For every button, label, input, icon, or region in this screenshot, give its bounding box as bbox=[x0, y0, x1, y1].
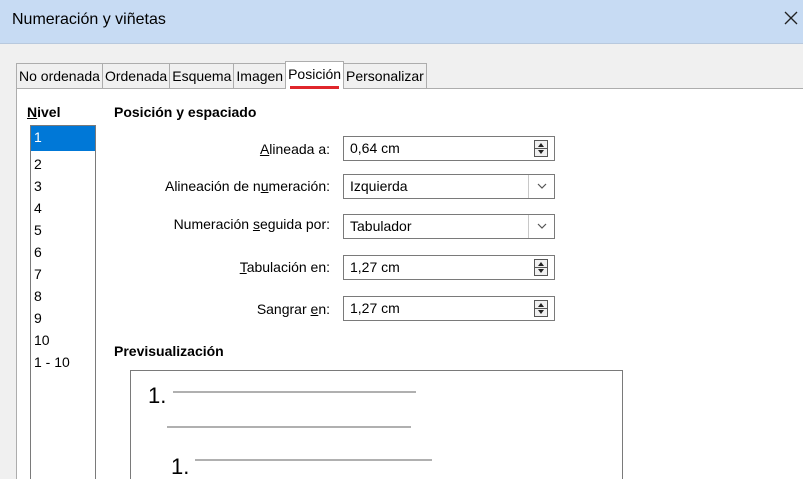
tab-label: Personalizar bbox=[346, 68, 424, 84]
spin-up-icon[interactable] bbox=[538, 262, 544, 266]
window-title: Numeración y viñetas bbox=[12, 11, 166, 28]
spin-divider bbox=[535, 148, 547, 149]
preview-line bbox=[173, 391, 416, 393]
preview-box: 1. 1. bbox=[130, 370, 623, 479]
level-item-10[interactable]: 10 bbox=[31, 327, 95, 349]
position-section-title: Posición y espaciado bbox=[114, 104, 257, 120]
level-item-4[interactable]: 4 bbox=[31, 195, 95, 217]
preview-line bbox=[195, 459, 432, 461]
tab-bar: No ordenada Ordenada Esquema Imagen Posi… bbox=[16, 61, 427, 89]
label-rest: abulación en: bbox=[246, 259, 330, 275]
level-item-3[interactable]: 3 bbox=[31, 173, 95, 195]
label-post: eguida por: bbox=[259, 216, 330, 232]
active-tab-indicator bbox=[290, 86, 340, 89]
numbering-alignment-select[interactable]: Izquierda bbox=[343, 174, 555, 199]
tab-image[interactable]: Imagen bbox=[233, 63, 287, 89]
label-accel: s bbox=[252, 216, 260, 232]
level-item-6[interactable]: 6 bbox=[31, 239, 95, 261]
tab-label: Ordenada bbox=[104, 68, 168, 84]
numbering-alignment-label: Alineación de numeración: bbox=[100, 178, 330, 194]
level-heading-rest: ivel bbox=[37, 104, 61, 120]
label-accel: u bbox=[260, 178, 269, 194]
indent-at-label: Sangrar en: bbox=[100, 301, 330, 317]
tab-ordered[interactable]: Ordenada bbox=[101, 63, 171, 89]
label-post: n: bbox=[318, 301, 330, 317]
tab-label: Esquema bbox=[172, 68, 232, 84]
title-bar: Numeración y viñetas bbox=[0, 0, 803, 44]
level-list[interactable]: 1 2 3 4 5 6 7 8 9 10 1 - 10 bbox=[30, 125, 96, 479]
preview-number-level1: 1. bbox=[148, 383, 167, 408]
spin-arrows-icon[interactable] bbox=[534, 259, 548, 276]
preview-line bbox=[167, 426, 411, 428]
spin-down-icon[interactable] bbox=[538, 150, 544, 154]
label-post: meración: bbox=[268, 178, 330, 194]
label-pre: Sangrar bbox=[256, 301, 311, 317]
level-item-2[interactable]: 2 bbox=[31, 151, 95, 173]
tab-stop-at-spinbox[interactable]: 1,27 cm bbox=[343, 255, 555, 280]
spin-down-icon[interactable] bbox=[538, 310, 544, 314]
preview-title: Previsualización bbox=[114, 343, 224, 359]
level-item-all[interactable]: 1 - 10 bbox=[31, 349, 95, 371]
label-pre: Alineación de n bbox=[164, 178, 261, 194]
label-pre: Numeración bbox=[173, 216, 253, 232]
close-icon[interactable] bbox=[779, 6, 803, 30]
numbering-followed-by-value: Tabulador bbox=[350, 218, 412, 234]
tab-label: Posición bbox=[288, 66, 342, 82]
level-item-1[interactable]: 1 bbox=[31, 126, 95, 151]
spin-arrows-icon[interactable] bbox=[534, 140, 548, 157]
level-heading-accel: N bbox=[27, 104, 38, 120]
tab-unordered[interactable]: No ordenada bbox=[16, 63, 103, 89]
numbering-followed-by-label: Numeración seguida por: bbox=[100, 216, 330, 232]
chevron-down-icon[interactable] bbox=[528, 215, 554, 238]
label-accel: A bbox=[259, 141, 270, 157]
spin-arrows-icon[interactable] bbox=[534, 300, 548, 317]
indent-at-value: 1,27 cm bbox=[350, 300, 400, 316]
chevron-down-icon[interactable] bbox=[528, 175, 554, 198]
spin-up-icon[interactable] bbox=[538, 303, 544, 307]
tab-stop-at-value: 1,27 cm bbox=[350, 259, 400, 275]
level-item-5[interactable]: 5 bbox=[31, 217, 95, 239]
aligned-at-label: Alineada a: bbox=[100, 141, 330, 157]
label-rest: lineada a: bbox=[269, 141, 330, 157]
spin-divider bbox=[535, 267, 547, 268]
aligned-at-spinbox[interactable]: 0,64 cm bbox=[343, 136, 555, 161]
level-heading: Nivel bbox=[27, 104, 60, 120]
spin-down-icon[interactable] bbox=[538, 269, 544, 273]
numbering-alignment-value: Izquierda bbox=[350, 178, 408, 194]
preview-number-level2: 1. bbox=[171, 454, 190, 479]
numbering-followed-by-select[interactable]: Tabulador bbox=[343, 214, 555, 239]
indent-at-spinbox[interactable]: 1,27 cm bbox=[343, 296, 555, 321]
tab-stop-at-label: Tabulación en: bbox=[100, 259, 330, 275]
level-item-7[interactable]: 7 bbox=[31, 261, 95, 283]
spin-up-icon[interactable] bbox=[538, 143, 544, 147]
aligned-at-value: 0,64 cm bbox=[350, 140, 400, 156]
level-item-9[interactable]: 9 bbox=[31, 305, 95, 327]
tab-label: No ordenada bbox=[19, 68, 100, 84]
tab-customize[interactable]: Personalizar bbox=[343, 63, 427, 89]
tab-label: Imagen bbox=[236, 68, 284, 84]
spin-divider bbox=[535, 308, 547, 309]
label-accel: T bbox=[239, 259, 247, 275]
tab-position[interactable]: Posición bbox=[285, 61, 345, 89]
level-item-8[interactable]: 8 bbox=[31, 283, 95, 305]
tab-outline[interactable]: Esquema bbox=[169, 63, 235, 89]
